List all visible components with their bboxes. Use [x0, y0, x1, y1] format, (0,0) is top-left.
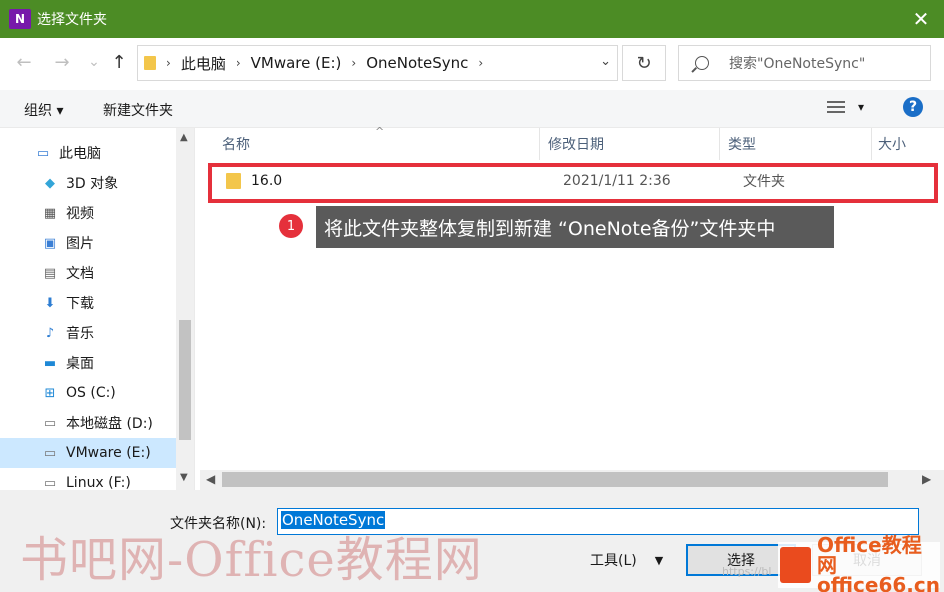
3d-objects-icon: ◆	[45, 175, 55, 191]
tree-item-label: 桌面	[66, 356, 94, 372]
breadcrumb-vmware[interactable]: VMware (E:)	[251, 54, 342, 72]
scroll-up-icon[interactable]: ▲	[180, 132, 188, 143]
folder-icon	[144, 56, 156, 70]
tree-item-label: 图片	[66, 236, 94, 252]
tree-item-3d-objects[interactable]: ◆ 3D 对象	[0, 168, 176, 198]
tree-item-label: Linux (F:)	[66, 475, 131, 490]
drive-icon: ▭	[43, 415, 57, 431]
tree-item-this-pc[interactable]: ▭ 此电脑	[0, 138, 176, 168]
forward-button[interactable]: →	[50, 50, 74, 74]
search-input[interactable]: 搜索"OneNoteSync"	[729, 53, 865, 73]
watermark-text: 书吧网-Office教程网	[20, 532, 483, 588]
music-icon: ♪	[45, 325, 55, 341]
onenote-icon: N	[9, 9, 31, 29]
tree-item-label: OS (C:)	[66, 385, 116, 401]
scroll-right-icon[interactable]: ▶	[922, 472, 931, 486]
tree-item-label: 3D 对象	[66, 176, 119, 192]
downloads-icon: ⬇	[44, 295, 56, 311]
recent-locations-button[interactable]: ⌄	[82, 50, 106, 74]
desktop-icon: ▬	[43, 355, 57, 371]
close-button[interactable]: ✕	[898, 0, 944, 38]
navigation-pane: ▭ 此电脑 ◆ 3D 对象 ▦ 视频 ▣ 图片 ▤ 文档 ⬇ 下载 ♪ 音乐 ▬…	[0, 128, 195, 490]
step-badge: 1	[279, 214, 303, 238]
tools-label: 工具(L)	[590, 553, 637, 569]
instruction-callout: 将此文件夹整体复制到新建 “OneNote备份”文件夹中	[316, 206, 834, 248]
chevron-right-icon: ›	[235, 56, 241, 70]
tree-item-linux-f[interactable]: ▭ Linux (F:)	[0, 468, 176, 490]
pc-icon: ▭	[36, 145, 50, 161]
view-options-icon[interactable]	[827, 101, 845, 115]
breadcrumb-onenotesync[interactable]: OneNoteSync	[366, 54, 468, 72]
chevron-right-icon: ›	[351, 56, 357, 70]
column-header-type[interactable]: 类型	[720, 128, 872, 160]
video-icon: ▦	[43, 205, 57, 221]
up-button[interactable]: ↑	[107, 50, 131, 74]
tree-item-videos[interactable]: ▦ 视频	[0, 198, 176, 228]
search-icon	[695, 56, 709, 70]
pictures-icon: ▣	[43, 235, 57, 251]
column-header-size[interactable]: 大小	[872, 128, 944, 160]
tree-item-local-disk-d[interactable]: ▭ 本地磁盘 (D:)	[0, 408, 176, 438]
column-header-name[interactable]: 名称	[200, 128, 540, 160]
help-button[interactable]: ?	[903, 97, 923, 117]
tree-item-vmware-e[interactable]: ▭ VMware (E:)	[0, 438, 176, 468]
chevron-right-icon: ›	[166, 56, 171, 70]
scroll-thumb[interactable]	[179, 320, 191, 440]
tree-item-label: 此电脑	[59, 146, 101, 162]
windows-drive-icon: ⊞	[44, 385, 56, 401]
tree-item-label: 下载	[66, 296, 94, 312]
drive-icon: ▭	[43, 475, 57, 491]
address-bar[interactable]: › 此电脑 › VMware (E:) › OneNoteSync › ⌄	[137, 45, 618, 81]
column-header-modified[interactable]: 修改日期	[540, 128, 720, 160]
tree-item-pictures[interactable]: ▣ 图片	[0, 228, 176, 258]
tree-item-label: 本地磁盘 (D:)	[66, 416, 153, 432]
tree-item-label: 文档	[66, 266, 94, 282]
chevron-down-icon[interactable]: ⌄	[600, 54, 611, 69]
tree-item-music[interactable]: ♪ 音乐	[0, 318, 176, 348]
title-bar: N 选择文件夹 ✕	[0, 0, 944, 38]
tools-button[interactable]: 工具(L) ▼	[590, 550, 663, 570]
tree-item-os-c[interactable]: ⊞ OS (C:)	[0, 378, 176, 408]
tree-item-documents[interactable]: ▤ 文档	[0, 258, 176, 288]
tree-item-label: 视频	[66, 206, 94, 222]
watermark-domain: office66.cn	[817, 573, 940, 592]
watermark-brand: Office教程网	[817, 533, 922, 577]
watermark-url: https://bl	[722, 565, 772, 578]
chevron-down-icon: ▼	[654, 553, 664, 567]
tree-item-downloads[interactable]: ⬇ 下载	[0, 288, 176, 318]
scroll-thumb[interactable]	[222, 472, 888, 487]
command-bar: 组织 ▾ 新建文件夹 ▾	[0, 90, 944, 128]
back-button[interactable]: ←	[12, 50, 36, 74]
refresh-button[interactable]: ↻	[622, 45, 666, 81]
chevron-right-icon: ›	[478, 56, 484, 70]
search-box[interactable]: 搜索"OneNoteSync"	[678, 45, 931, 81]
watermark-logo: Office教程网 office66.cn	[778, 535, 940, 592]
tree-scrollbar[interactable]: ▲ ▼	[176, 128, 194, 490]
tree-item-desktop[interactable]: ▬ 桌面	[0, 348, 176, 378]
breadcrumb-this-pc[interactable]: 此电脑	[181, 53, 226, 74]
navigation-bar: ← → ⌄ ↑ › 此电脑 › VMware (E:) › OneNoteSyn…	[0, 38, 944, 90]
scroll-left-icon[interactable]: ◀	[206, 472, 215, 486]
horizontal-scrollbar[interactable]: ◀ ▶	[200, 470, 944, 490]
tree-item-label: VMware (E:)	[66, 445, 151, 461]
drive-icon: ▭	[43, 445, 57, 461]
row-highlight-box	[208, 163, 938, 203]
documents-icon: ▤	[43, 265, 57, 281]
new-folder-button[interactable]: 新建文件夹	[103, 100, 173, 120]
view-dropdown-button[interactable]: ▾	[858, 100, 864, 114]
tree-item-label: 音乐	[66, 326, 94, 342]
office-logo-icon	[780, 547, 811, 583]
organize-button[interactable]: 组织 ▾	[24, 100, 63, 120]
window-title: 选择文件夹	[37, 12, 107, 28]
scroll-down-icon[interactable]: ▼	[180, 472, 188, 483]
